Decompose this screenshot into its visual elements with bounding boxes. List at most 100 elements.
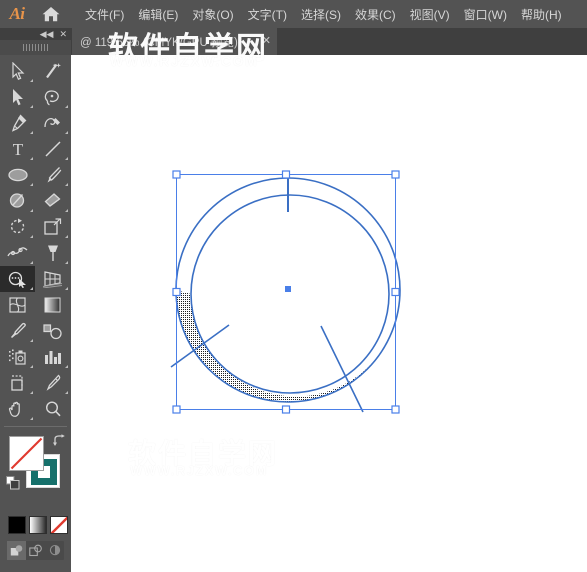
paint-mode-row [0, 510, 71, 534]
menu-help[interactable]: 帮助(H) [514, 3, 569, 26]
type-tool[interactable]: T [0, 136, 35, 162]
artboard-tool[interactable] [0, 370, 35, 396]
tool-expand-corner-icon [65, 235, 68, 238]
handle-top-right[interactable] [391, 170, 400, 179]
gradient-tool[interactable] [35, 292, 70, 318]
grip-dots-icon [22, 44, 49, 51]
selection-bounding-box[interactable] [172, 170, 400, 414]
mesh-tool[interactable] [0, 292, 35, 318]
gradient-mode-button[interactable] [29, 516, 47, 534]
menu-object[interactable]: 对象(O) [185, 3, 240, 26]
menu-item-list: 文件(F) 编辑(E) 对象(O) 文字(T) 选择(S) 效果(C) 视图(V… [78, 3, 569, 26]
hand-tool[interactable] [0, 396, 35, 422]
tool-expand-corner-icon [65, 157, 68, 160]
close-panel-icon[interactable]: ✕ [57, 28, 71, 39]
handle-top-left[interactable] [172, 170, 181, 179]
menu-select[interactable]: 选择(S) [294, 3, 348, 26]
column-graph-tool[interactable] [35, 344, 70, 370]
handle-bottom-left[interactable] [172, 405, 181, 414]
canvas[interactable] [71, 55, 587, 572]
tool-grid: T [0, 55, 71, 422]
document-tab-title: @ 119.66% (CMYK/GPU 预览) [80, 36, 238, 49]
app-logo-icon: Ai [9, 4, 25, 23]
rotate-tool[interactable] [0, 214, 35, 240]
svg-text:T: T [12, 140, 23, 158]
tool-expand-corner-icon [65, 287, 68, 290]
handle-middle-left[interactable] [172, 287, 181, 297]
selection-center-point [285, 286, 291, 292]
diagonal-line-left[interactable] [170, 324, 230, 368]
fill-none-indicator-icon [10, 437, 43, 470]
draw-mode-row [7, 541, 64, 560]
handle-top-center[interactable] [281, 170, 291, 179]
menu-type[interactable]: 文字(T) [241, 3, 294, 26]
swap-fill-stroke-icon[interactable] [52, 434, 66, 448]
crescent-band [176, 290, 401, 402]
eraser-tool[interactable] [35, 188, 70, 214]
shape-builder-tool[interactable] [0, 266, 35, 292]
close-icon[interactable]: ✕ [248, 36, 271, 47]
curvature-tool[interactable] [35, 110, 70, 136]
screen-mode-button[interactable] [0, 568, 71, 572]
none-mode-button[interactable] [50, 516, 68, 534]
document-tab-bar: @ 119.66% (CMYK/GPU 预览) ✕ [0, 28, 587, 55]
selection-tool[interactable] [0, 58, 35, 84]
home-icon[interactable] [34, 0, 68, 28]
artwork-svg [170, 170, 401, 414]
tool-expand-corner-icon [30, 261, 33, 264]
tool-expand-corner-icon [65, 209, 68, 212]
diagonal-line-right[interactable] [320, 325, 364, 413]
tool-expand-corner-icon [30, 131, 33, 134]
lasso-tool[interactable] [35, 84, 70, 110]
free-transform-tool[interactable] [35, 240, 70, 266]
menu-window[interactable]: 窗口(W) [457, 3, 514, 26]
shaper-tool[interactable] [0, 188, 35, 214]
inner-circle[interactable] [190, 194, 390, 394]
tool-expand-corner-icon [30, 79, 33, 82]
handle-bottom-center[interactable] [281, 405, 291, 414]
zoom-tool[interactable] [35, 396, 70, 422]
scale-tool[interactable] [35, 214, 70, 240]
tool-expand-corner-icon [30, 209, 33, 212]
tool-expand-corner-icon [30, 157, 33, 160]
draw-behind-button[interactable] [26, 541, 45, 560]
menu-view[interactable]: 视图(V) [403, 3, 457, 26]
tool-panel-drag-handle[interactable] [0, 40, 71, 55]
blend-tool[interactable] [35, 318, 70, 344]
menu-bar: Ai 文件(F) 编辑(E) 对象(O) 文字(T) 选择(S) 效果(C) 视… [0, 0, 587, 28]
document-tab[interactable]: @ 119.66% (CMYK/GPU 预览) ✕ [72, 28, 277, 55]
magic-wand-tool[interactable] [35, 58, 70, 84]
menu-effect[interactable]: 效果(C) [348, 3, 403, 26]
eyedropper-tool[interactable] [0, 318, 35, 344]
draw-normal-button[interactable] [7, 541, 26, 560]
width-tool[interactable] [0, 240, 35, 266]
color-mode-button[interactable] [8, 516, 26, 534]
menu-file[interactable]: 文件(F) [78, 3, 131, 26]
tool-panel-divider [4, 426, 67, 427]
tool-expand-corner-icon [30, 287, 33, 290]
slice-tool[interactable] [35, 370, 70, 396]
tool-expand-corner-icon [65, 105, 68, 108]
handle-bottom-right[interactable] [391, 405, 400, 414]
default-fill-stroke-icon[interactable] [6, 476, 20, 490]
tool-expand-corner-icon [30, 105, 33, 108]
collapse-panel-icon[interactable]: ◀◀ [38, 28, 58, 39]
ellipse-tool[interactable] [0, 162, 35, 188]
draw-inside-button[interactable] [45, 541, 64, 560]
line-segment-tool[interactable] [35, 136, 70, 162]
perspective-grid-tool[interactable] [35, 266, 70, 292]
pen-tool[interactable] [0, 110, 35, 136]
paintbrush-tool[interactable] [35, 162, 70, 188]
tool-expand-corner-icon [65, 183, 68, 186]
handle-middle-right[interactable] [391, 287, 400, 297]
menu-edit[interactable]: 编辑(E) [131, 3, 185, 26]
tool-expand-corner-icon [65, 261, 68, 264]
tool-expand-corner-icon [30, 339, 33, 342]
tool-expand-corner-icon [30, 391, 33, 394]
tool-expand-corner-icon [30, 235, 33, 238]
direct-selection-tool[interactable] [0, 84, 35, 110]
fill-swatch[interactable] [9, 436, 44, 471]
tool-expand-corner-icon [65, 131, 68, 134]
symbol-sprayer-tool[interactable] [0, 344, 35, 370]
tool-expand-corner-icon [30, 183, 33, 186]
